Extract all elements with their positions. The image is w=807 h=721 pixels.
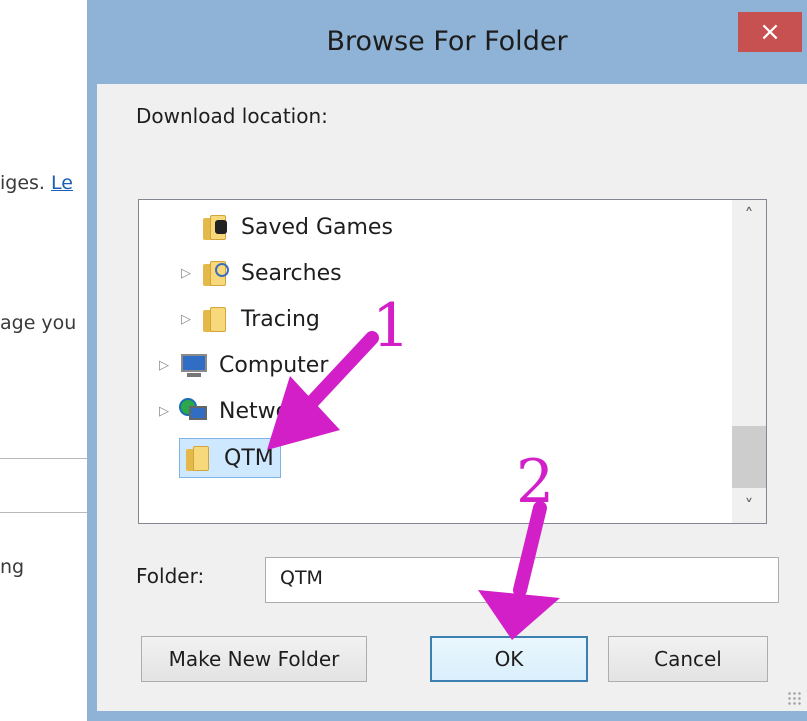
scrollbar-thumb[interactable] xyxy=(732,426,766,488)
tree-item-saved-games[interactable]: Saved Games xyxy=(201,208,393,246)
saved-games-folder-icon xyxy=(201,212,231,242)
cancel-button[interactable]: Cancel xyxy=(608,636,768,682)
background-text-3: ng xyxy=(0,556,25,578)
search-folder-icon xyxy=(201,258,231,288)
folder-icon xyxy=(201,304,231,334)
expand-arrow-icon[interactable]: ▷ xyxy=(181,312,195,327)
tree-item-computer[interactable]: ▷ Computer xyxy=(159,346,328,384)
tree-item-label: Computer xyxy=(219,352,329,378)
tree-item-label: QTM xyxy=(224,445,274,471)
background-text-2: age you xyxy=(0,312,77,334)
download-location-prompt: Download location: xyxy=(136,104,328,128)
step-1-label: 1 xyxy=(372,291,411,361)
expand-arrow-icon[interactable]: ▷ xyxy=(159,404,173,419)
expand-arrow-icon[interactable]: ▷ xyxy=(181,266,195,281)
network-icon xyxy=(179,396,209,426)
expand-arrow-icon[interactable]: ▷ xyxy=(159,358,173,373)
browse-for-folder-dialog: Browse For Folder × Download location: S… xyxy=(87,0,807,721)
tree-scrollbar[interactable]: ˄ ˅ xyxy=(732,200,766,523)
folder-label: Folder: xyxy=(136,564,205,588)
make-new-folder-button[interactable]: Make New Folder xyxy=(141,636,367,682)
tree-item-tracing[interactable]: ▷ Tracing xyxy=(181,300,320,338)
background-divider xyxy=(0,458,96,459)
dialog-body: Download location: Saved Games ▷ Searche… xyxy=(97,84,807,711)
background-link[interactable]: Le xyxy=(51,172,73,194)
step-2-label: 2 xyxy=(516,447,555,517)
dialog-title: Browse For Folder xyxy=(326,26,568,57)
scroll-down-button[interactable]: ˅ xyxy=(732,491,766,523)
tree-item-network[interactable]: ▷ Network xyxy=(159,392,311,430)
close-button[interactable]: × xyxy=(738,12,802,52)
resize-grip-icon[interactable] xyxy=(787,691,801,705)
folder-name-input[interactable] xyxy=(265,557,779,603)
title-bar[interactable]: Browse For Folder × xyxy=(87,0,807,84)
tree-item-label: Network xyxy=(219,398,311,424)
tree-item-label: Tracing xyxy=(241,306,320,332)
scroll-up-button[interactable]: ˄ xyxy=(732,200,766,232)
tree-item-qtm[interactable]: QTM xyxy=(179,438,281,478)
computer-icon xyxy=(179,350,209,380)
background-text-1: iges. Le xyxy=(0,172,73,194)
tree-item-label: Saved Games xyxy=(241,214,393,240)
folder-icon xyxy=(184,443,214,473)
background-divider xyxy=(0,512,96,513)
ok-button[interactable]: OK xyxy=(430,636,588,682)
folder-tree[interactable]: Saved Games ▷ Searches ▷ Tracing ▷ Compu… xyxy=(138,199,767,524)
tree-item-label: Searches xyxy=(241,260,342,286)
tree-item-searches[interactable]: ▷ Searches xyxy=(181,254,342,292)
